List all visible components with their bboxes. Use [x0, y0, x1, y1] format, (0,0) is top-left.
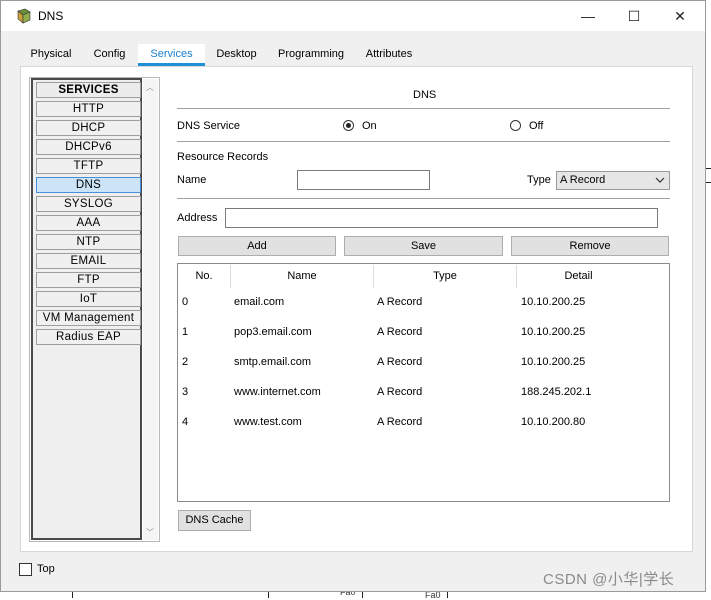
dns-cache-button[interactable]: DNS Cache [178, 510, 251, 531]
service-item-iot[interactable]: IoT [36, 291, 141, 307]
type-label: Type [527, 174, 551, 186]
close-button[interactable]: ✕ [657, 2, 703, 30]
records-table[interactable]: No. Name Type Detail 0 email.com A Recor… [177, 263, 670, 502]
dns-off-label: Off [529, 120, 544, 132]
tab-attributes[interactable]: Attributes [354, 44, 424, 66]
table-row[interactable]: 2 smtp.email.com A Record 10.10.200.25 [178, 350, 669, 380]
cell-name: pop3.email.com [234, 326, 312, 338]
top-checkbox[interactable] [19, 563, 32, 576]
scroll-down-icon[interactable]: ﹀ [146, 527, 154, 538]
cell-type: A Record [377, 356, 423, 368]
table-row[interactable]: 3 www.internet.com A Record 188.245.202.… [178, 380, 669, 410]
background-fragment [268, 592, 269, 598]
divider [177, 141, 670, 142]
window-title: DNS [38, 9, 64, 23]
column-header-no[interactable]: No. [178, 265, 231, 288]
cell-no: 1 [182, 326, 189, 338]
type-select-value: A Record [560, 174, 606, 186]
service-item-ntp[interactable]: NTP [36, 234, 141, 250]
background-fragment [706, 168, 711, 169]
chevron-down-icon [655, 174, 665, 189]
dns-off-radio[interactable] [510, 120, 521, 131]
minimize-button[interactable]: — [565, 2, 611, 30]
column-header-detail[interactable]: Detail [517, 265, 640, 288]
save-button[interactable]: Save [344, 236, 503, 256]
background-fragment [72, 592, 73, 598]
service-list-scrollbar[interactable]: ︿ ﹀ [143, 79, 158, 540]
cell-type: A Record [377, 326, 423, 338]
service-item-dhcpv6[interactable]: DHCPv6 [36, 139, 141, 155]
tab-config[interactable]: Config [82, 44, 137, 66]
type-select[interactable]: A Record [556, 171, 670, 190]
dns-on-radio[interactable] [343, 120, 354, 131]
cell-no: 2 [182, 356, 189, 368]
background-fragment [706, 182, 711, 183]
column-header-type[interactable]: Type [374, 265, 517, 288]
cell-type: A Record [377, 416, 423, 428]
dns-on-label: On [362, 120, 377, 132]
service-item-email[interactable]: EMAIL [36, 253, 141, 269]
maximize-button[interactable]: ☐ [611, 2, 657, 30]
remove-button[interactable]: Remove [511, 236, 669, 256]
tab-services[interactable]: Services [138, 44, 205, 66]
cell-no: 0 [182, 296, 189, 308]
table-row[interactable]: 1 pop3.email.com A Record 10.10.200.25 [178, 320, 669, 350]
watermark: CSDN @小华|学长 [543, 571, 675, 588]
title-bar[interactable]: DNS — ☐ ✕ [1, 1, 705, 31]
name-input[interactable] [297, 170, 430, 190]
service-item-vm-management[interactable]: VM Management [36, 310, 141, 326]
address-input[interactable] [225, 208, 658, 228]
name-label: Name [177, 174, 207, 186]
scroll-up-icon[interactable]: ︿ [146, 82, 154, 93]
cell-detail: 10.10.200.25 [521, 356, 586, 368]
service-item-http[interactable]: HTTP [36, 101, 141, 117]
cell-detail: 10.10.200.80 [521, 416, 586, 428]
service-item-dhcp[interactable]: DHCP [36, 120, 141, 136]
cell-type: A Record [377, 296, 423, 308]
radio-dot-icon [346, 123, 351, 128]
table-row[interactable]: 0 email.com A Record 10.10.200.25 [178, 290, 669, 320]
add-button[interactable]: Add [178, 236, 336, 256]
top-label: Top [37, 563, 55, 575]
service-list: SERVICES HTTP DHCP DHCPv6 TFTP DNS SYSLO… [31, 78, 142, 540]
cell-no: 3 [182, 386, 189, 398]
tab-programming[interactable]: Programming [268, 44, 354, 66]
resource-records-label: Resource Records [177, 151, 269, 163]
service-item-aaa[interactable]: AAA [36, 215, 141, 231]
dns-heading: DNS [413, 89, 437, 101]
column-header-name[interactable]: Name [231, 265, 374, 288]
service-list-header: SERVICES [36, 82, 141, 98]
dns-service-label: DNS Service [177, 120, 240, 132]
cell-detail: 188.245.202.1 [521, 386, 592, 398]
service-item-radius-eap[interactable]: Radius EAP [36, 329, 141, 345]
service-item-syslog[interactable]: SYSLOG [36, 196, 141, 212]
service-item-ftp[interactable]: FTP [36, 272, 141, 288]
divider [177, 108, 670, 109]
tab-desktop[interactable]: Desktop [205, 44, 268, 66]
cell-name: email.com [234, 296, 285, 308]
server-app-icon [16, 8, 32, 24]
service-item-dns[interactable]: DNS [36, 177, 141, 193]
divider [177, 198, 670, 199]
cell-type: A Record [377, 386, 423, 398]
address-label: Address [177, 212, 218, 224]
table-row[interactable]: 4 www.test.com A Record 10.10.200.80 [178, 410, 669, 440]
cell-no: 4 [182, 416, 189, 428]
cell-detail: 10.10.200.25 [521, 326, 586, 338]
cell-detail: 10.10.200.25 [521, 296, 586, 308]
cell-name: smtp.email.com [234, 356, 312, 368]
cell-name: www.internet.com [234, 386, 321, 398]
service-item-tftp[interactable]: TFTP [36, 158, 141, 174]
cell-name: www.test.com [234, 416, 302, 428]
tab-physical[interactable]: Physical [20, 44, 82, 66]
